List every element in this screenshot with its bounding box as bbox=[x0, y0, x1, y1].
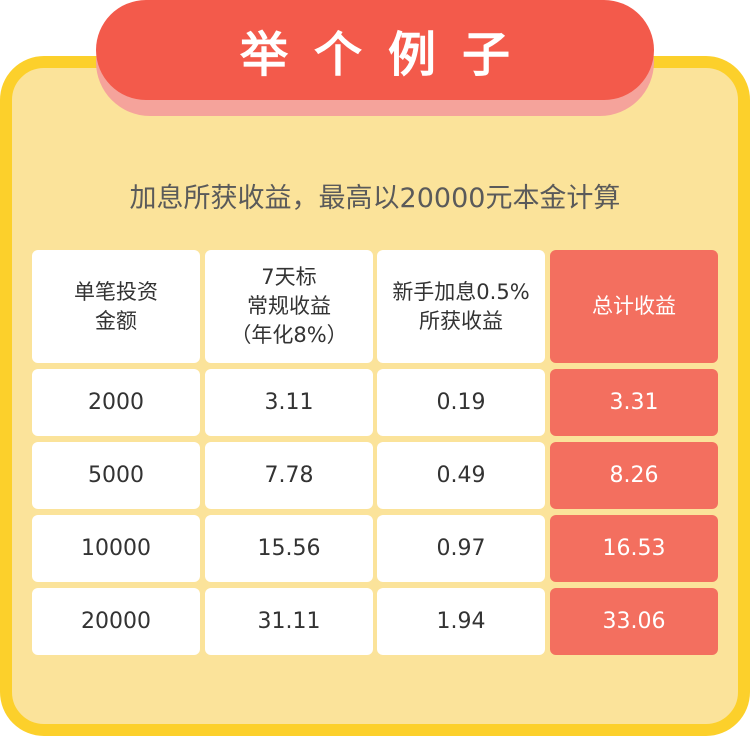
header-total-yield: 总计收益 bbox=[550, 250, 718, 363]
cell-regular-yield: 3.11 bbox=[205, 369, 373, 436]
cell-regular-yield: 7.78 bbox=[205, 442, 373, 509]
cell-regular-yield: 31.11 bbox=[205, 588, 373, 655]
cell-total-yield: 8.26 bbox=[550, 442, 718, 509]
cell-total-yield: 3.31 bbox=[550, 369, 718, 436]
subtitle: 加息所获收益，最高以20000元本金计算 bbox=[129, 183, 621, 214]
cell-principal: 10000 bbox=[32, 515, 200, 582]
cell-bonus-yield: 0.97 bbox=[377, 515, 545, 582]
cell-principal: 5000 bbox=[32, 442, 200, 509]
cell-principal: 2000 bbox=[32, 369, 200, 436]
cell-total-yield: 33.06 bbox=[550, 588, 718, 655]
cell-bonus-yield: 0.19 bbox=[377, 369, 545, 436]
header-regular-yield: 7天标 常规收益 （年化8%） bbox=[205, 250, 373, 363]
header-bonus-yield: 新手加息0.5% 所获收益 bbox=[377, 250, 545, 363]
cell-total-yield: 16.53 bbox=[550, 515, 718, 582]
banner-title: 举个例子 bbox=[239, 27, 536, 83]
cell-bonus-yield: 1.94 bbox=[377, 588, 545, 655]
cell-bonus-yield: 0.49 bbox=[377, 442, 545, 509]
cell-regular-yield: 15.56 bbox=[205, 515, 373, 582]
header-principal: 单笔投资 金额 bbox=[32, 250, 200, 363]
title-banner: 举个例子 bbox=[96, 0, 654, 100]
cell-principal: 20000 bbox=[32, 588, 200, 655]
